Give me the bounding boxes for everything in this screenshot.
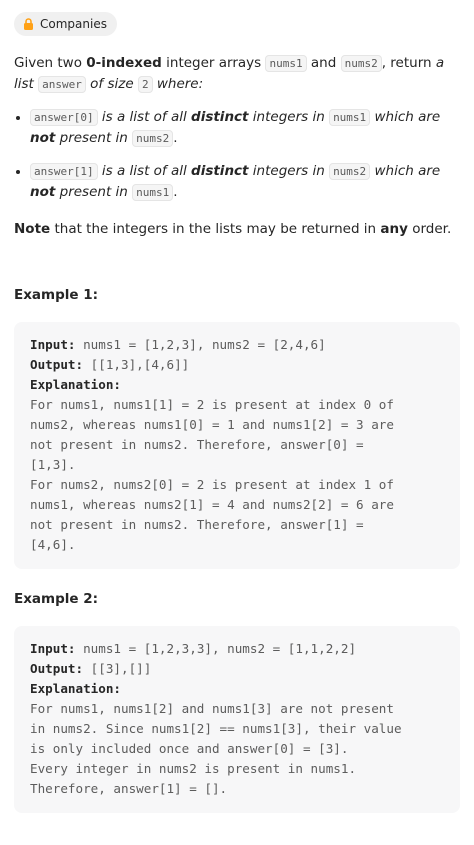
problem-description: Companies Given two 0-indexed integer ar…: [0, 0, 474, 813]
inline-code: answer[1]: [30, 163, 98, 180]
inline-code: 2: [137, 76, 153, 93]
inline-code: nums1: [265, 55, 307, 72]
inline-code: nums2: [329, 163, 371, 180]
lock-icon: [24, 18, 33, 30]
companies-label: Companies: [40, 16, 107, 31]
example-2-title: Example 2:: [14, 591, 99, 607]
inline-code: nums1: [132, 184, 174, 201]
example-1-title: Example 1:: [14, 287, 99, 303]
list-item: answer[1] is a list of all distinct inte…: [30, 161, 460, 203]
inline-code: answer[0]: [30, 109, 98, 126]
inline-code: nums1: [329, 109, 371, 126]
inline-code: answer: [38, 76, 86, 93]
example-2-block: Input: nums1 = [1,2,3,3], nums2 = [1,1,2…: [14, 626, 460, 813]
list-item: answer[0] is a list of all distinct inte…: [30, 107, 460, 149]
companies-tag[interactable]: Companies: [14, 12, 117, 36]
note-paragraph: Note that the integers in the lists may …: [14, 221, 452, 237]
inline-code: nums2: [340, 55, 382, 72]
answer-definition-list: answer[0] is a list of all distinct inte…: [14, 107, 460, 203]
inline-code: nums2: [132, 130, 174, 147]
example-1-block: Input: nums1 = [1,2,3], nums2 = [2,4,6] …: [14, 322, 460, 569]
intro-paragraph: Given two 0-indexed integer arrays nums1…: [14, 55, 445, 93]
